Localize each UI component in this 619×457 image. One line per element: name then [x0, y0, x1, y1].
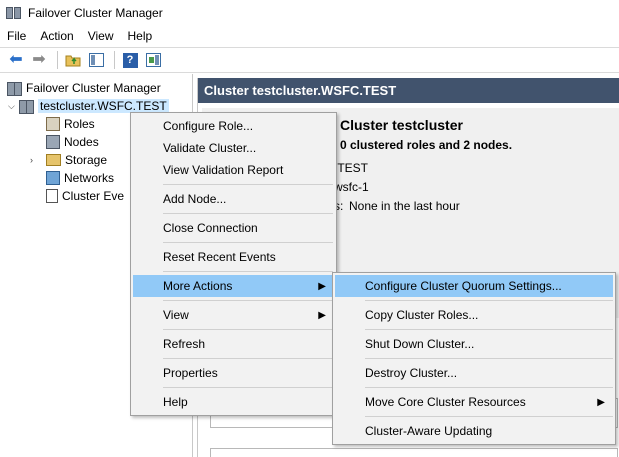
menu-item-label: More Actions [163, 279, 233, 293]
menu-help[interactable]: Help [121, 29, 160, 43]
menu-item-label: Move Core Cluster Resources [365, 395, 526, 409]
toolbar-separator [57, 51, 58, 69]
menu-item-label: View [163, 308, 189, 322]
summary-node: wsfc-1 [334, 180, 369, 194]
submenu-arrow-icon: ▶ [597, 396, 605, 408]
nodes-icon [46, 135, 60, 149]
menu-file[interactable]: File [0, 29, 33, 43]
menu-separator [163, 271, 333, 272]
tree-item-label: Networks [64, 171, 115, 185]
menu-reset-recent-events[interactable]: Reset Recent Events [133, 246, 334, 268]
forward-button[interactable]: ➡ [29, 50, 49, 70]
menu-properties[interactable]: Properties [133, 362, 334, 384]
context-menu: Configure Role... Validate Cluster... Vi… [130, 112, 337, 416]
menu-separator [163, 387, 333, 388]
failover-cluster-manager-icon [6, 5, 22, 21]
expand-chevron-icon[interactable]: › [30, 155, 40, 165]
back-arrow-icon: ⬅ [9, 51, 23, 68]
tree-item-label: Storage [65, 153, 108, 167]
menu-separator [365, 329, 613, 330]
section-box [210, 448, 618, 457]
tree-item-label: Failover Cluster Manager [26, 81, 161, 95]
title-bar: Failover Cluster Manager [0, 0, 619, 26]
collapse-chevron-icon[interactable]: ⌵ [8, 101, 18, 112]
menu-separator [163, 184, 333, 185]
show-hide-console-tree-button[interactable] [86, 50, 106, 70]
summary-events-value: None in the last hour [349, 199, 460, 213]
up-level-button[interactable] [63, 50, 83, 70]
menu-shut-down-cluster[interactable]: Shut Down Cluster... [335, 333, 613, 355]
summary-subtitle: 0 clustered roles and 2 nodes. [340, 138, 513, 152]
tree-item-networks[interactable]: Networks [46, 169, 114, 187]
show-hide-console-tree-icon [88, 53, 104, 67]
menu-move-core-cluster-resources[interactable]: Move Core Cluster Resources ▶ [335, 391, 613, 413]
menu-bar: File Action View Help [0, 26, 619, 46]
menu-separator [163, 300, 333, 301]
menu-separator [163, 213, 333, 214]
help-icon: ? [122, 52, 138, 68]
tree-item-cluster-events[interactable]: Cluster Eve [46, 187, 124, 205]
menu-validate-cluster[interactable]: Validate Cluster... [133, 137, 334, 159]
menu-add-node[interactable]: Add Node... [133, 188, 334, 210]
submenu-arrow-icon: ▶ [318, 280, 326, 292]
menu-cluster-aware-updating[interactable]: Cluster-Aware Updating [335, 420, 613, 442]
menu-separator [163, 358, 333, 359]
toolbar: ⬅ ➡ ? [0, 47, 619, 73]
failover-cluster-manager-icon [6, 80, 22, 96]
menu-separator [163, 329, 333, 330]
roles-icon [46, 117, 60, 131]
menu-separator [365, 300, 613, 301]
submenu-arrow-icon: ▶ [318, 309, 326, 321]
tree-item-root[interactable]: Failover Cluster Manager [6, 79, 161, 97]
up-folder-icon [65, 55, 81, 67]
cluster-events-icon [46, 189, 58, 203]
menu-separator [163, 242, 333, 243]
summary-title: Cluster testcluster [340, 117, 463, 133]
help-button[interactable]: ? [120, 50, 140, 70]
menu-separator [365, 387, 613, 388]
menu-configure-role[interactable]: Configure Role... [133, 115, 334, 137]
tree-item-label: Roles [64, 117, 95, 131]
menu-copy-cluster-roles[interactable]: Copy Cluster Roles... [335, 304, 613, 326]
networks-icon [46, 171, 60, 185]
tree-item-nodes[interactable]: Nodes [46, 133, 99, 151]
tree-item-roles[interactable]: Roles [46, 115, 95, 133]
menu-view[interactable]: View [81, 29, 121, 43]
toolbar-separator [114, 51, 115, 69]
forward-arrow-icon: ➡ [32, 51, 46, 68]
show-hide-action-pane-button[interactable] [143, 50, 163, 70]
tree-item-label: Nodes [64, 135, 99, 149]
tree-item-label: testcluster.WSFC.TEST [38, 99, 169, 113]
storage-folder-icon [46, 154, 61, 166]
window-title: Failover Cluster Manager [28, 6, 163, 20]
menu-view-validation-report[interactable]: View Validation Report [133, 159, 334, 181]
cluster-icon [18, 98, 34, 114]
menu-view[interactable]: View ▶ [133, 304, 334, 326]
show-hide-action-pane-icon [145, 53, 161, 67]
menu-more-actions[interactable]: More Actions ▶ [133, 275, 334, 297]
back-button[interactable]: ⬅ [6, 50, 26, 70]
menu-separator [365, 358, 613, 359]
menu-separator [365, 416, 613, 417]
pane-header: Cluster testcluster.WSFC.TEST [198, 78, 619, 103]
more-actions-submenu: Configure Cluster Quorum Settings... Cop… [332, 272, 616, 445]
summary-domain: .TEST [334, 161, 369, 175]
tree-item-storage[interactable]: › Storage [30, 151, 107, 169]
menu-close-connection[interactable]: Close Connection [133, 217, 334, 239]
tree-item-label: Cluster Eve [62, 189, 125, 203]
menu-configure-cluster-quorum[interactable]: Configure Cluster Quorum Settings... [335, 275, 613, 297]
menu-destroy-cluster[interactable]: Destroy Cluster... [335, 362, 613, 384]
menu-help[interactable]: Help [133, 391, 334, 413]
menu-refresh[interactable]: Refresh [133, 333, 334, 355]
menu-action[interactable]: Action [33, 29, 80, 43]
